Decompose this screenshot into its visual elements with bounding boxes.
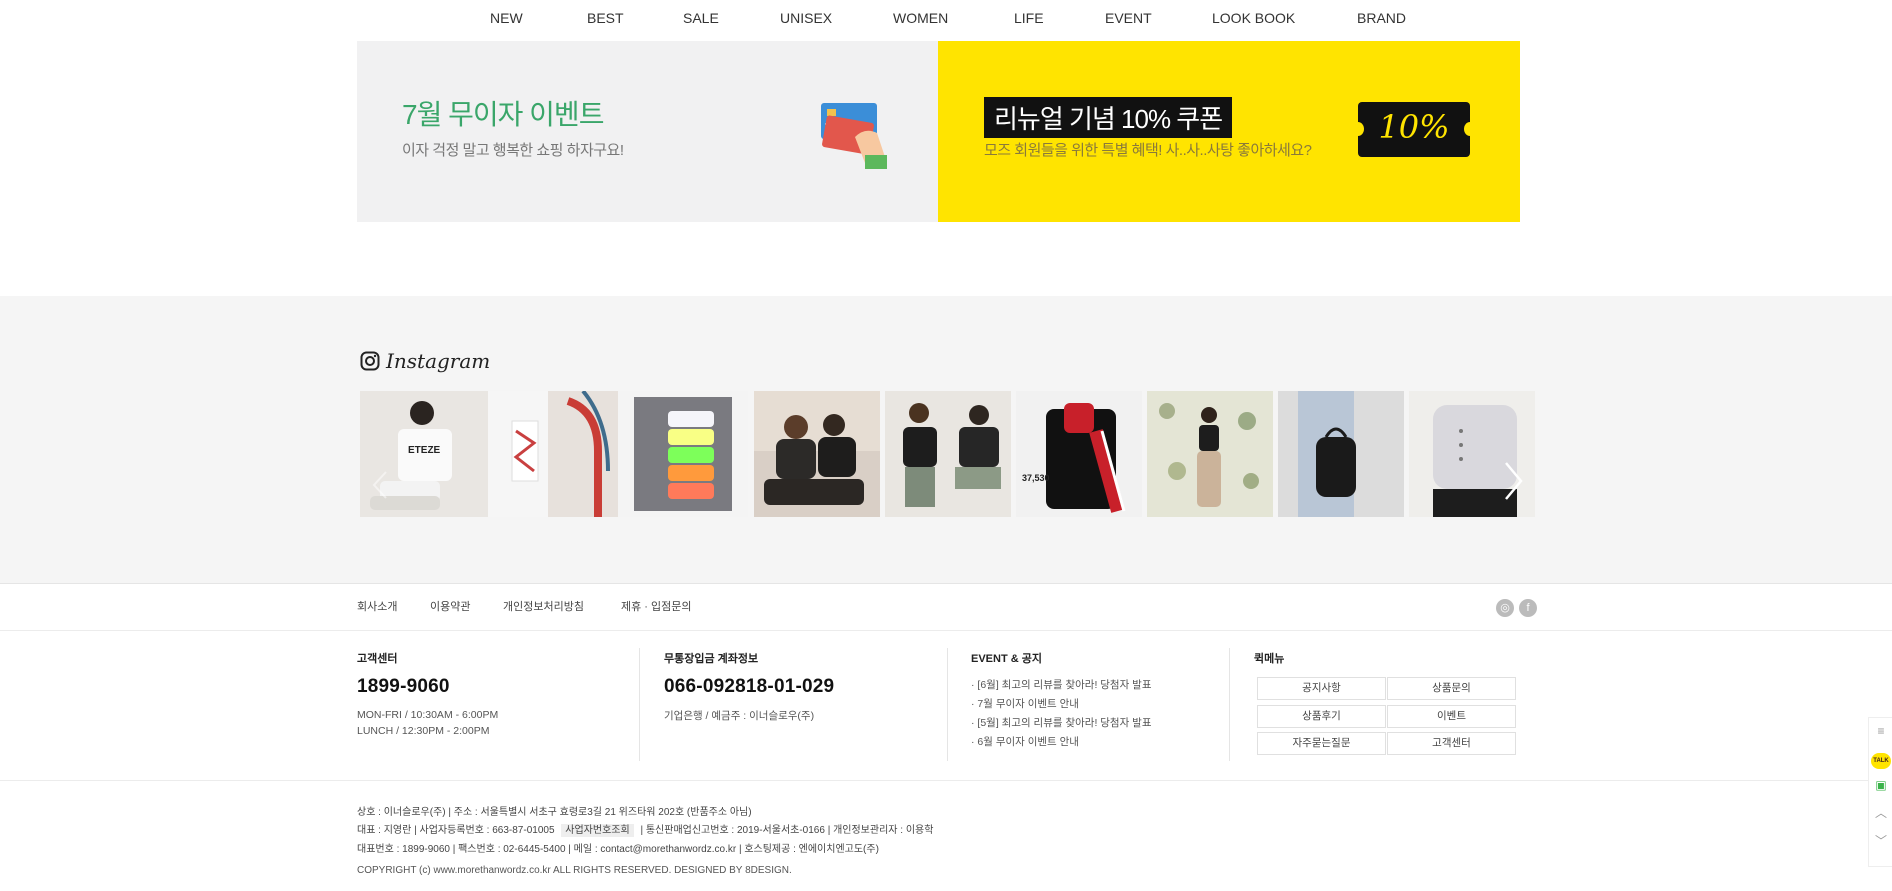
insta-thumb-2[interactable]	[488, 391, 618, 517]
nav-best[interactable]: BEST	[587, 10, 624, 26]
quick-cs-button[interactable]: 고객센터	[1387, 732, 1516, 755]
chat-icon[interactable]: ▣	[1869, 772, 1892, 798]
kakao-talk-icon[interactable]: TALK	[1869, 745, 1892, 771]
nav-new[interactable]: NEW	[490, 10, 523, 26]
coupon-ticket-text: 10%	[1378, 108, 1450, 146]
footer-link-terms[interactable]: 이용약관	[430, 598, 470, 614]
company-info-line1: 상호 : 이너슬로우(주) | 주소 : 서울특별시 서초구 효령로3길 21 …	[357, 807, 752, 818]
insta-thumb-1-text: ETEZE	[408, 445, 441, 456]
quick-menu-title: 퀵메뉴	[1254, 653, 1285, 665]
company-info-line3: 대표번호 : 1899-9060 | 팩스번호 : 02-6445-5400 |…	[357, 844, 879, 855]
event-notice-item[interactable]: · 6월 무이자 이벤트 안내	[971, 734, 1079, 749]
nav-brand[interactable]: BRAND	[1357, 10, 1406, 26]
company-info-line2a: 대표 : 지영란 | 사업자등록번호 : 663-87-01005	[357, 825, 555, 836]
nav-life[interactable]: LIFE	[1014, 10, 1044, 26]
insta-thumb-3[interactable]	[618, 391, 748, 517]
copyright: COPYRIGHT (c) www.morethanwordz.co.kr AL…	[357, 865, 792, 876]
footer-divider	[1229, 648, 1230, 761]
footer-link-privacy[interactable]: 개인정보처리방침	[503, 598, 584, 614]
customer-center-phone: 1899-9060	[357, 676, 450, 697]
quick-product-qna-button[interactable]: 상품문의	[1387, 677, 1516, 700]
carousel-next-button[interactable]	[1503, 461, 1523, 501]
insta-thumb-8[interactable]	[1278, 391, 1404, 517]
footer-link-partnership[interactable]: 제휴 · 입점문의	[621, 598, 692, 614]
carousel-prev-button[interactable]	[372, 470, 388, 500]
event-notice-item[interactable]: · [6월] 최고의 리뷰를 찾아라! 당첨자 발표	[971, 677, 1152, 692]
insta-thumb-6[interactable]: 37,530	[1016, 391, 1142, 517]
event-notice-title: EVENT & 공지	[971, 653, 1042, 665]
menu-icon[interactable]: ≡	[1869, 718, 1892, 744]
footer-divider	[947, 648, 948, 761]
quick-notice-button[interactable]: 공지사항	[1257, 677, 1386, 700]
instagram-icon	[360, 351, 380, 371]
chevron-left-icon	[372, 471, 387, 499]
banner-right-subtitle: 모즈 회원들을 위한 특별 혜택! 사..사..사탕 좋아하세요?	[984, 142, 1312, 159]
nav-unisex[interactable]: UNISEX	[780, 10, 832, 26]
kakao-talk-label: TALK	[1871, 753, 1891, 769]
coupon-ticket-icon: 10%	[1352, 102, 1476, 157]
credit-card-icon	[821, 103, 887, 169]
quick-faq-button[interactable]: 자주묻는질문	[1257, 732, 1386, 755]
quick-review-button[interactable]: 상품후기	[1257, 705, 1386, 728]
footer-link-company[interactable]: 회사소개	[357, 598, 397, 614]
event-notice-item[interactable]: · 7월 무이자 이벤트 안내	[971, 696, 1079, 711]
nav-look-book[interactable]: LOOK BOOK	[1212, 10, 1295, 26]
insta-thumb-4[interactable]	[754, 391, 880, 517]
banner-interest-free-event[interactable]: 7월 무이자 이벤트 이자 걱정 말고 행복한 쇼핑 하자구요!	[357, 41, 938, 222]
footer-separator	[0, 780, 1892, 781]
nav-women[interactable]: WOMEN	[893, 10, 948, 26]
banner-left-subtitle: 이자 걱정 말고 행복한 쇼핑 하자구요!	[402, 142, 624, 159]
nav-sale[interactable]: SALE	[683, 10, 719, 26]
customer-center-hours: MON-FRI / 10:30AM - 6:00PM	[357, 709, 499, 721]
quick-event-button[interactable]: 이벤트	[1387, 705, 1516, 728]
top-navigation: NEW BEST SALE UNISEX WOMEN LIFE EVENT LO…	[0, 0, 1892, 40]
side-quick-bar: ≡ TALK ▣ ︿ ﹀	[1868, 717, 1892, 867]
event-notice-item[interactable]: · [5월] 최고의 리뷰를 찾아라! 당첨자 발표	[971, 715, 1152, 730]
facebook-icon[interactable]: f	[1519, 599, 1537, 617]
footer-divider	[639, 648, 640, 761]
instagram-icon[interactable]: ◎	[1496, 599, 1514, 617]
instagram-title: Instagram	[386, 349, 491, 373]
customer-center-title: 고객센터	[357, 653, 398, 665]
insta-thumb-6-price: 37,530	[1022, 473, 1050, 483]
bank-account: 066-092818-01-029	[664, 676, 835, 697]
company-info-line2: 대표 : 지영란 | 사업자등록번호 : 663-87-01005 사업자번호조…	[357, 821, 934, 837]
insta-thumb-5[interactable]	[885, 391, 1011, 517]
footer-links-bar	[0, 583, 1892, 631]
chevron-right-icon	[1505, 462, 1523, 500]
instagram-heading: Instagram	[360, 349, 490, 373]
banner-renewal-coupon[interactable]: 리뉴얼 기념 10% 쿠폰 모즈 회원들을 위한 특별 혜택! 사..사..사탕…	[938, 41, 1520, 222]
customer-center-lunch: LUNCH / 12:30PM - 2:00PM	[357, 725, 490, 737]
banner-right-title: 리뉴얼 기념 10% 쿠폰	[984, 97, 1233, 138]
company-info-line2b: | 통신판매업신고번호 : 2019-서울서초-0166 | 개인정보관리자 :…	[640, 825, 934, 836]
bank-title: 무통장입금 계좌정보	[664, 653, 759, 665]
insta-thumb-7[interactable]	[1147, 391, 1273, 517]
scroll-up-icon[interactable]: ︿	[1869, 800, 1892, 826]
nav-event[interactable]: EVENT	[1105, 10, 1152, 26]
banner-left-title: 7월 무이자 이벤트	[402, 99, 604, 130]
business-number-lookup-button[interactable]: 사업자번호조회	[561, 824, 634, 837]
bank-holder: 기업은행 / 예금주 : 이너슬로우(주)	[664, 710, 815, 722]
scroll-down-icon[interactable]: ﹀	[1869, 828, 1892, 854]
